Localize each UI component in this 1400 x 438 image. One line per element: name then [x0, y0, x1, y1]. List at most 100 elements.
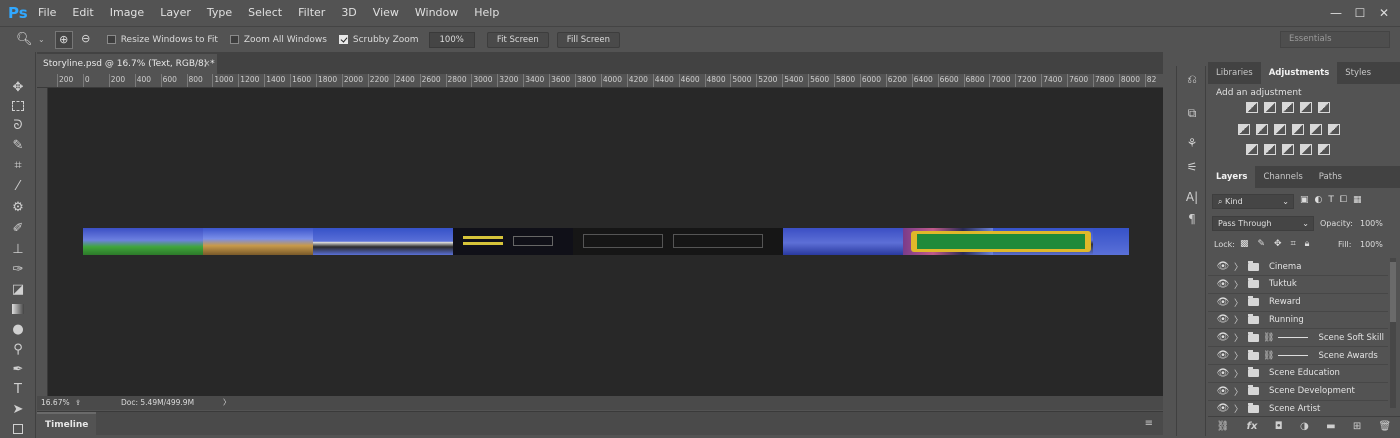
expand-chevron-icon[interactable]: 〉	[1234, 402, 1244, 415]
tab-channels[interactable]: Channels	[1255, 166, 1310, 188]
path-select-tool-icon[interactable]: ➤	[9, 400, 27, 418]
menu-help[interactable]: Help	[466, 0, 507, 26]
expand-chevron-icon[interactable]: 〉	[1234, 349, 1244, 362]
resize-windows-checkbox[interactable]: Resize Windows to Fit	[106, 35, 218, 45]
tab-styles[interactable]: Styles	[1337, 62, 1379, 84]
visibility-eye-icon[interactable]: 👁︎	[1216, 350, 1230, 361]
menu-edit[interactable]: Edit	[64, 0, 101, 26]
exposure-icon[interactable]	[1300, 102, 1312, 113]
healing-brush-tool-icon[interactable]: ⚙︎	[9, 198, 27, 216]
eraser-tool-icon[interactable]: ◪	[9, 280, 27, 298]
layer-row[interactable]: 👁︎ 〉 Scene Education	[1208, 365, 1388, 383]
link-icon[interactable]: ⛓︎	[1217, 421, 1230, 432]
paragraph-panel-icon[interactable]: ¶	[1183, 210, 1201, 228]
pen-tool-icon[interactable]: ✒	[9, 360, 27, 378]
tab-adjustments[interactable]: Adjustments	[1260, 62, 1338, 84]
dodge-tool-icon[interactable]: ⚲	[9, 340, 27, 358]
tab-layers[interactable]: Layers	[1208, 166, 1256, 188]
menu-select[interactable]: Select	[240, 0, 290, 26]
gradient-tool-icon[interactable]	[9, 300, 27, 318]
visibility-eye-icon[interactable]: 👁︎	[1216, 297, 1230, 308]
menu-image[interactable]: Image	[102, 0, 152, 26]
new-layer-icon[interactable]: ⊞	[1353, 421, 1361, 432]
menu-filter[interactable]: Filter	[290, 0, 333, 26]
expand-chevron-icon[interactable]: 〉	[1234, 367, 1244, 380]
threshold-icon[interactable]	[1282, 144, 1294, 155]
visibility-eye-icon[interactable]: 👁︎	[1216, 261, 1230, 272]
layer-row[interactable]: 👁︎ 〉 ⛓︎ Scene Awards	[1208, 347, 1388, 365]
visibility-eye-icon[interactable]: 👁︎	[1216, 368, 1230, 379]
timeline-menu-icon[interactable]: ≡	[1145, 418, 1153, 429]
vibrance-icon[interactable]	[1318, 102, 1330, 113]
zoom-tool-icon[interactable]: 🔍︎	[16, 32, 38, 47]
quick-select-tool-icon[interactable]: ✎	[9, 136, 27, 154]
gradient-map-icon[interactable]	[1300, 144, 1312, 155]
trash-icon[interactable]: 🗑︎	[1379, 421, 1392, 432]
expand-chevron-icon[interactable]: 〉	[1234, 278, 1244, 291]
invert-icon[interactable]	[1246, 144, 1258, 155]
opacity-field[interactable]: 100%	[1360, 219, 1383, 228]
levels-icon[interactable]	[1264, 102, 1276, 113]
eyedropper-tool-icon[interactable]: ⁄	[9, 177, 27, 195]
lasso-tool-icon[interactable]: ᘐ	[9, 116, 27, 134]
tool-preset-chevron-icon[interactable]: ⌄	[38, 35, 45, 44]
brush-tool-icon[interactable]: ✐	[9, 219, 27, 237]
mask-icon[interactable]: ◘	[1275, 421, 1283, 432]
fill-screen-button[interactable]: Fill Screen	[556, 31, 620, 48]
expand-chevron-icon[interactable]: 〉	[1234, 313, 1244, 326]
brightness-icon[interactable]	[1246, 102, 1258, 113]
character-panel-icon[interactable]: A|	[1183, 188, 1201, 206]
visibility-eye-icon[interactable]: 👁︎	[1216, 279, 1230, 290]
blur-tool-icon[interactable]: ●	[9, 320, 27, 338]
zoom-out-icon[interactable]: ⊖	[77, 31, 95, 49]
vertical-ruler[interactable]	[37, 88, 48, 396]
crop-tool-icon[interactable]: ⌗	[9, 156, 27, 174]
maximize-button[interactable]: ☐	[1348, 6, 1372, 20]
channel-mixer-icon[interactable]	[1310, 124, 1322, 135]
layer-row[interactable]: 👁︎ 〉 Running	[1208, 311, 1388, 330]
photo-filter-icon[interactable]	[1292, 124, 1304, 135]
fill-field[interactable]: 100%	[1360, 240, 1383, 249]
fx-icon[interactable]: fx	[1247, 421, 1258, 432]
layer-row[interactable]: 👁︎ 〉 Scene Development	[1208, 383, 1388, 401]
zoom-all-windows-checkbox[interactable]: Zoom All Windows	[229, 35, 327, 45]
visibility-eye-icon[interactable]: 👁︎	[1216, 314, 1230, 325]
status-menu-arrow[interactable]: 〉	[223, 396, 231, 410]
blend-mode-select[interactable]: Pass Through ⌄	[1212, 216, 1314, 231]
zoom-percent-field[interactable]: 100%	[428, 31, 475, 48]
group-icon[interactable]: ▬	[1326, 421, 1335, 432]
canvas-area[interactable]	[48, 88, 1163, 396]
posterize-icon[interactable]	[1264, 144, 1276, 155]
visibility-eye-icon[interactable]: 👁︎	[1216, 403, 1230, 414]
layer-row[interactable]: 👁︎ 〉 Tuktuk	[1208, 276, 1388, 294]
marquee-tool-icon[interactable]	[9, 97, 27, 115]
color-balance-icon[interactable]	[1256, 124, 1268, 135]
visibility-eye-icon[interactable]: 👁︎	[1216, 386, 1230, 397]
menu-view[interactable]: View	[365, 0, 407, 26]
move-tool-icon[interactable]: ✥	[9, 78, 27, 96]
layer-kind-filter[interactable]: ⌕ Kind ⌄	[1212, 194, 1294, 209]
expand-chevron-icon[interactable]: 〉	[1234, 296, 1244, 309]
layer-row[interactable]: 👁︎ 〉 Cinema	[1208, 258, 1388, 276]
horizontal-ruler[interactable]: 200 0 200 400 600 800 1000 1200 1400 1600 1800 2000…	[37, 74, 1163, 88]
menu-layer[interactable]: Layer	[152, 0, 199, 26]
history-panel-icon[interactable]: ⎌	[1183, 70, 1201, 88]
lock-icons[interactable]: ▩✎✥⌗🔒︎	[1240, 239, 1318, 249]
export-icon[interactable]: ⇪	[75, 396, 81, 410]
zoom-level[interactable]: 16.67%	[41, 396, 70, 410]
color-lookup-icon[interactable]	[1328, 124, 1340, 135]
zoom-in-icon[interactable]: ⊕	[54, 30, 73, 49]
scrubby-zoom-checkbox[interactable]: Scrubby Zoom	[338, 35, 419, 45]
storyline-artboard[interactable]	[83, 228, 1129, 255]
expand-chevron-icon[interactable]: 〉	[1234, 260, 1244, 273]
document-tab[interactable]: Storyline.psd @ 16.7% (Text, RGB/8) * ×	[37, 54, 217, 74]
timeline-tab[interactable]: Timeline	[37, 412, 97, 436]
adjustment-icon[interactable]: ◑	[1300, 421, 1309, 432]
history-brush-tool-icon[interactable]: ✑	[9, 260, 27, 278]
layers-scrollbar[interactable]	[1390, 258, 1396, 408]
menu-window[interactable]: Window	[407, 0, 466, 26]
tab-paths[interactable]: Paths	[1311, 166, 1350, 188]
workspace-select[interactable]: Essentials	[1280, 31, 1390, 48]
rectangle-tool-icon[interactable]	[9, 420, 27, 438]
close-button[interactable]: ✕	[1372, 6, 1396, 20]
